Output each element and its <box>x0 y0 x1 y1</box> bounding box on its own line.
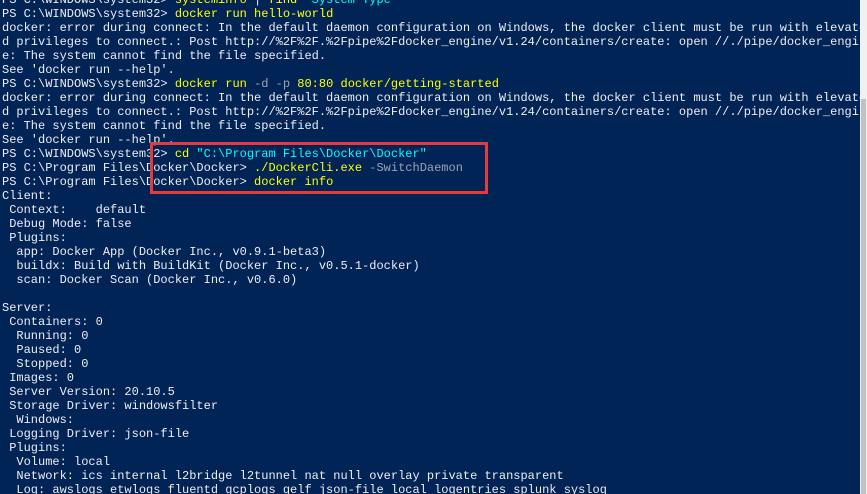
console-line: Volume: local <box>2 455 867 469</box>
console-line: buildx: Build with BuildKit (Docker Inc.… <box>2 259 867 273</box>
console-cmd-token: info <box>297 175 334 189</box>
console-line: app: Docker App (Docker Inc., v0.9.1-bet… <box>2 245 867 259</box>
console-cmd-token: run <box>218 77 255 91</box>
console-text: Server: <box>2 301 53 315</box>
console-line: Log: awslogs etwlogs fluentd gcplogs gel… <box>2 483 867 494</box>
console-line: Stopped: 0 <box>2 357 867 371</box>
console-cmd-token: run hello-world <box>218 7 334 21</box>
console-text: PS C:\WINDOWS\system32> <box>2 147 175 161</box>
console-line: Plugins: <box>2 231 867 245</box>
console-text: PS C:\Program Files\Docker\Docker> <box>2 161 255 175</box>
console-cmd-token: systeminfo <box>174 0 247 7</box>
console-line: PS C:\WINDOWS\system32> docker run hello… <box>2 7 867 21</box>
vertical-scrollbar[interactable] <box>860 0 867 494</box>
console-line: Logging Driver: json-file <box>2 427 867 441</box>
console-text: app: Docker App (Docker Inc., v0.9.1-bet… <box>2 245 327 259</box>
console-line: d privileges to connect.: Post http://%2… <box>2 105 867 119</box>
console-line: Server Version: 20.10.5 <box>2 385 867 399</box>
scrollbar-thumb[interactable] <box>861 98 866 494</box>
console-cmd-token: ./DockerCli.exe <box>254 161 363 175</box>
console-cmd-token: 80:80 docker/getting-started <box>290 77 499 91</box>
powershell-terminal[interactable]: PS C:\WINDOWS\system32> systeminfo | fin… <box>0 0 867 494</box>
console-text: docker: error during connect: In the def… <box>2 21 867 35</box>
console-line: Storage Driver: windowsfilter <box>2 399 867 413</box>
console-text: | <box>246 0 269 7</box>
console-text: scan: Docker Scan (Docker Inc., v0.6.0) <box>2 273 298 287</box>
console-param-token: -SwitchDaemon <box>362 161 463 175</box>
console-line: See 'docker run --help'. <box>2 63 867 77</box>
console-line: Client: <box>2 189 867 203</box>
console-text: See 'docker run --help'. <box>2 63 175 77</box>
console-line: Network: ics internal l2bridge l2tunnel … <box>2 469 867 483</box>
console-param-token: -d -p <box>254 77 291 91</box>
console-text: Windows: <box>2 413 75 427</box>
console-str-token: "C:\Program Files\Docker\Docker" <box>189 147 427 161</box>
console-line: See 'docker run --help'. <box>2 133 867 147</box>
console-text: Client: <box>2 189 53 203</box>
console-line: Running: 0 <box>2 329 867 343</box>
console-text: See 'docker run --help'. <box>2 133 175 147</box>
console-line: docker: error during connect: In the def… <box>2 21 867 35</box>
console-line: Debug Mode: false <box>2 217 867 231</box>
console-line: Images: 0 <box>2 371 867 385</box>
console-output: PS C:\WINDOWS\system32> systeminfo | fin… <box>2 0 867 494</box>
console-line: PS C:\WINDOWS\system32> cd "C:\Program F… <box>2 147 867 161</box>
console-text: e: The system cannot find the file speci… <box>2 49 327 63</box>
console-text: Paused: 0 <box>2 343 82 357</box>
console-text: Containers: 0 <box>2 315 103 329</box>
console-text: Stopped: 0 <box>2 357 89 371</box>
console-line: e: The system cannot find the file speci… <box>2 49 867 63</box>
console-text: Network: ics internal l2bridge l2tunnel … <box>2 469 564 483</box>
console-cmd-token: find <box>268 0 298 7</box>
console-text: Plugins: <box>2 441 67 455</box>
console-text: Context: default <box>2 203 147 217</box>
console-line: PS C:\WINDOWS\system32> systeminfo | fin… <box>2 0 867 7</box>
console-text: Log: awslogs etwlogs fluentd gcplogs gel… <box>2 483 607 494</box>
console-line: Context: default <box>2 203 867 217</box>
console-line: Plugins: <box>2 441 867 455</box>
console-text: Storage Driver: windowsfilter <box>2 399 219 413</box>
console-line: Server: <box>2 301 867 315</box>
console-cmd-token: docker <box>174 77 219 91</box>
console-text: PS C:\WINDOWS\system32> <box>2 77 175 91</box>
console-cmd-token: docker <box>254 175 298 189</box>
console-line: PS C:\Program Files\Docker\Docker> docke… <box>2 175 867 189</box>
console-line: Windows: <box>2 413 867 427</box>
console-line: Containers: 0 <box>2 315 867 329</box>
console-text: PS C:\WINDOWS\system32> <box>2 0 175 7</box>
console-line: d privileges to connect.: Post http://%2… <box>2 35 867 49</box>
console-text: PS C:\WINDOWS\system32> <box>2 7 175 21</box>
console-text: e: The system cannot find the file speci… <box>2 119 327 133</box>
console-text: Debug Mode: false <box>2 217 132 231</box>
console-text: PS C:\Program Files\Docker\Docker> <box>2 175 255 189</box>
console-text: Running: 0 <box>2 329 89 343</box>
console-text: d privileges to connect.: Post http://%2… <box>2 35 867 49</box>
console-text: docker: error during connect: In the def… <box>2 91 867 105</box>
console-text: Server Version: 20.10.5 <box>2 385 175 399</box>
console-line: e: The system cannot find the file speci… <box>2 119 867 133</box>
console-text: Logging Driver: json-file <box>2 427 190 441</box>
console-str-token: "System Type" <box>297 0 399 7</box>
console-text: buildx: Build with BuildKit (Docker Inc.… <box>2 259 420 273</box>
console-cmd-token: docker <box>174 7 219 21</box>
console-line: Paused: 0 <box>2 343 867 357</box>
console-line: PS C:\Program Files\Docker\Docker> ./Doc… <box>2 161 867 175</box>
console-text: d privileges to connect.: Post http://%2… <box>2 105 867 119</box>
console-line: docker: error during connect: In the def… <box>2 91 867 105</box>
console-line: scan: Docker Scan (Docker Inc., v0.6.0) <box>2 273 867 287</box>
console-text: Volume: local <box>2 455 111 469</box>
console-line: PS C:\WINDOWS\system32> docker run -d -p… <box>2 77 867 91</box>
console-text: Images: 0 <box>2 371 75 385</box>
console-cmd-token: cd <box>174 147 190 161</box>
console-text: Plugins: <box>2 231 67 245</box>
